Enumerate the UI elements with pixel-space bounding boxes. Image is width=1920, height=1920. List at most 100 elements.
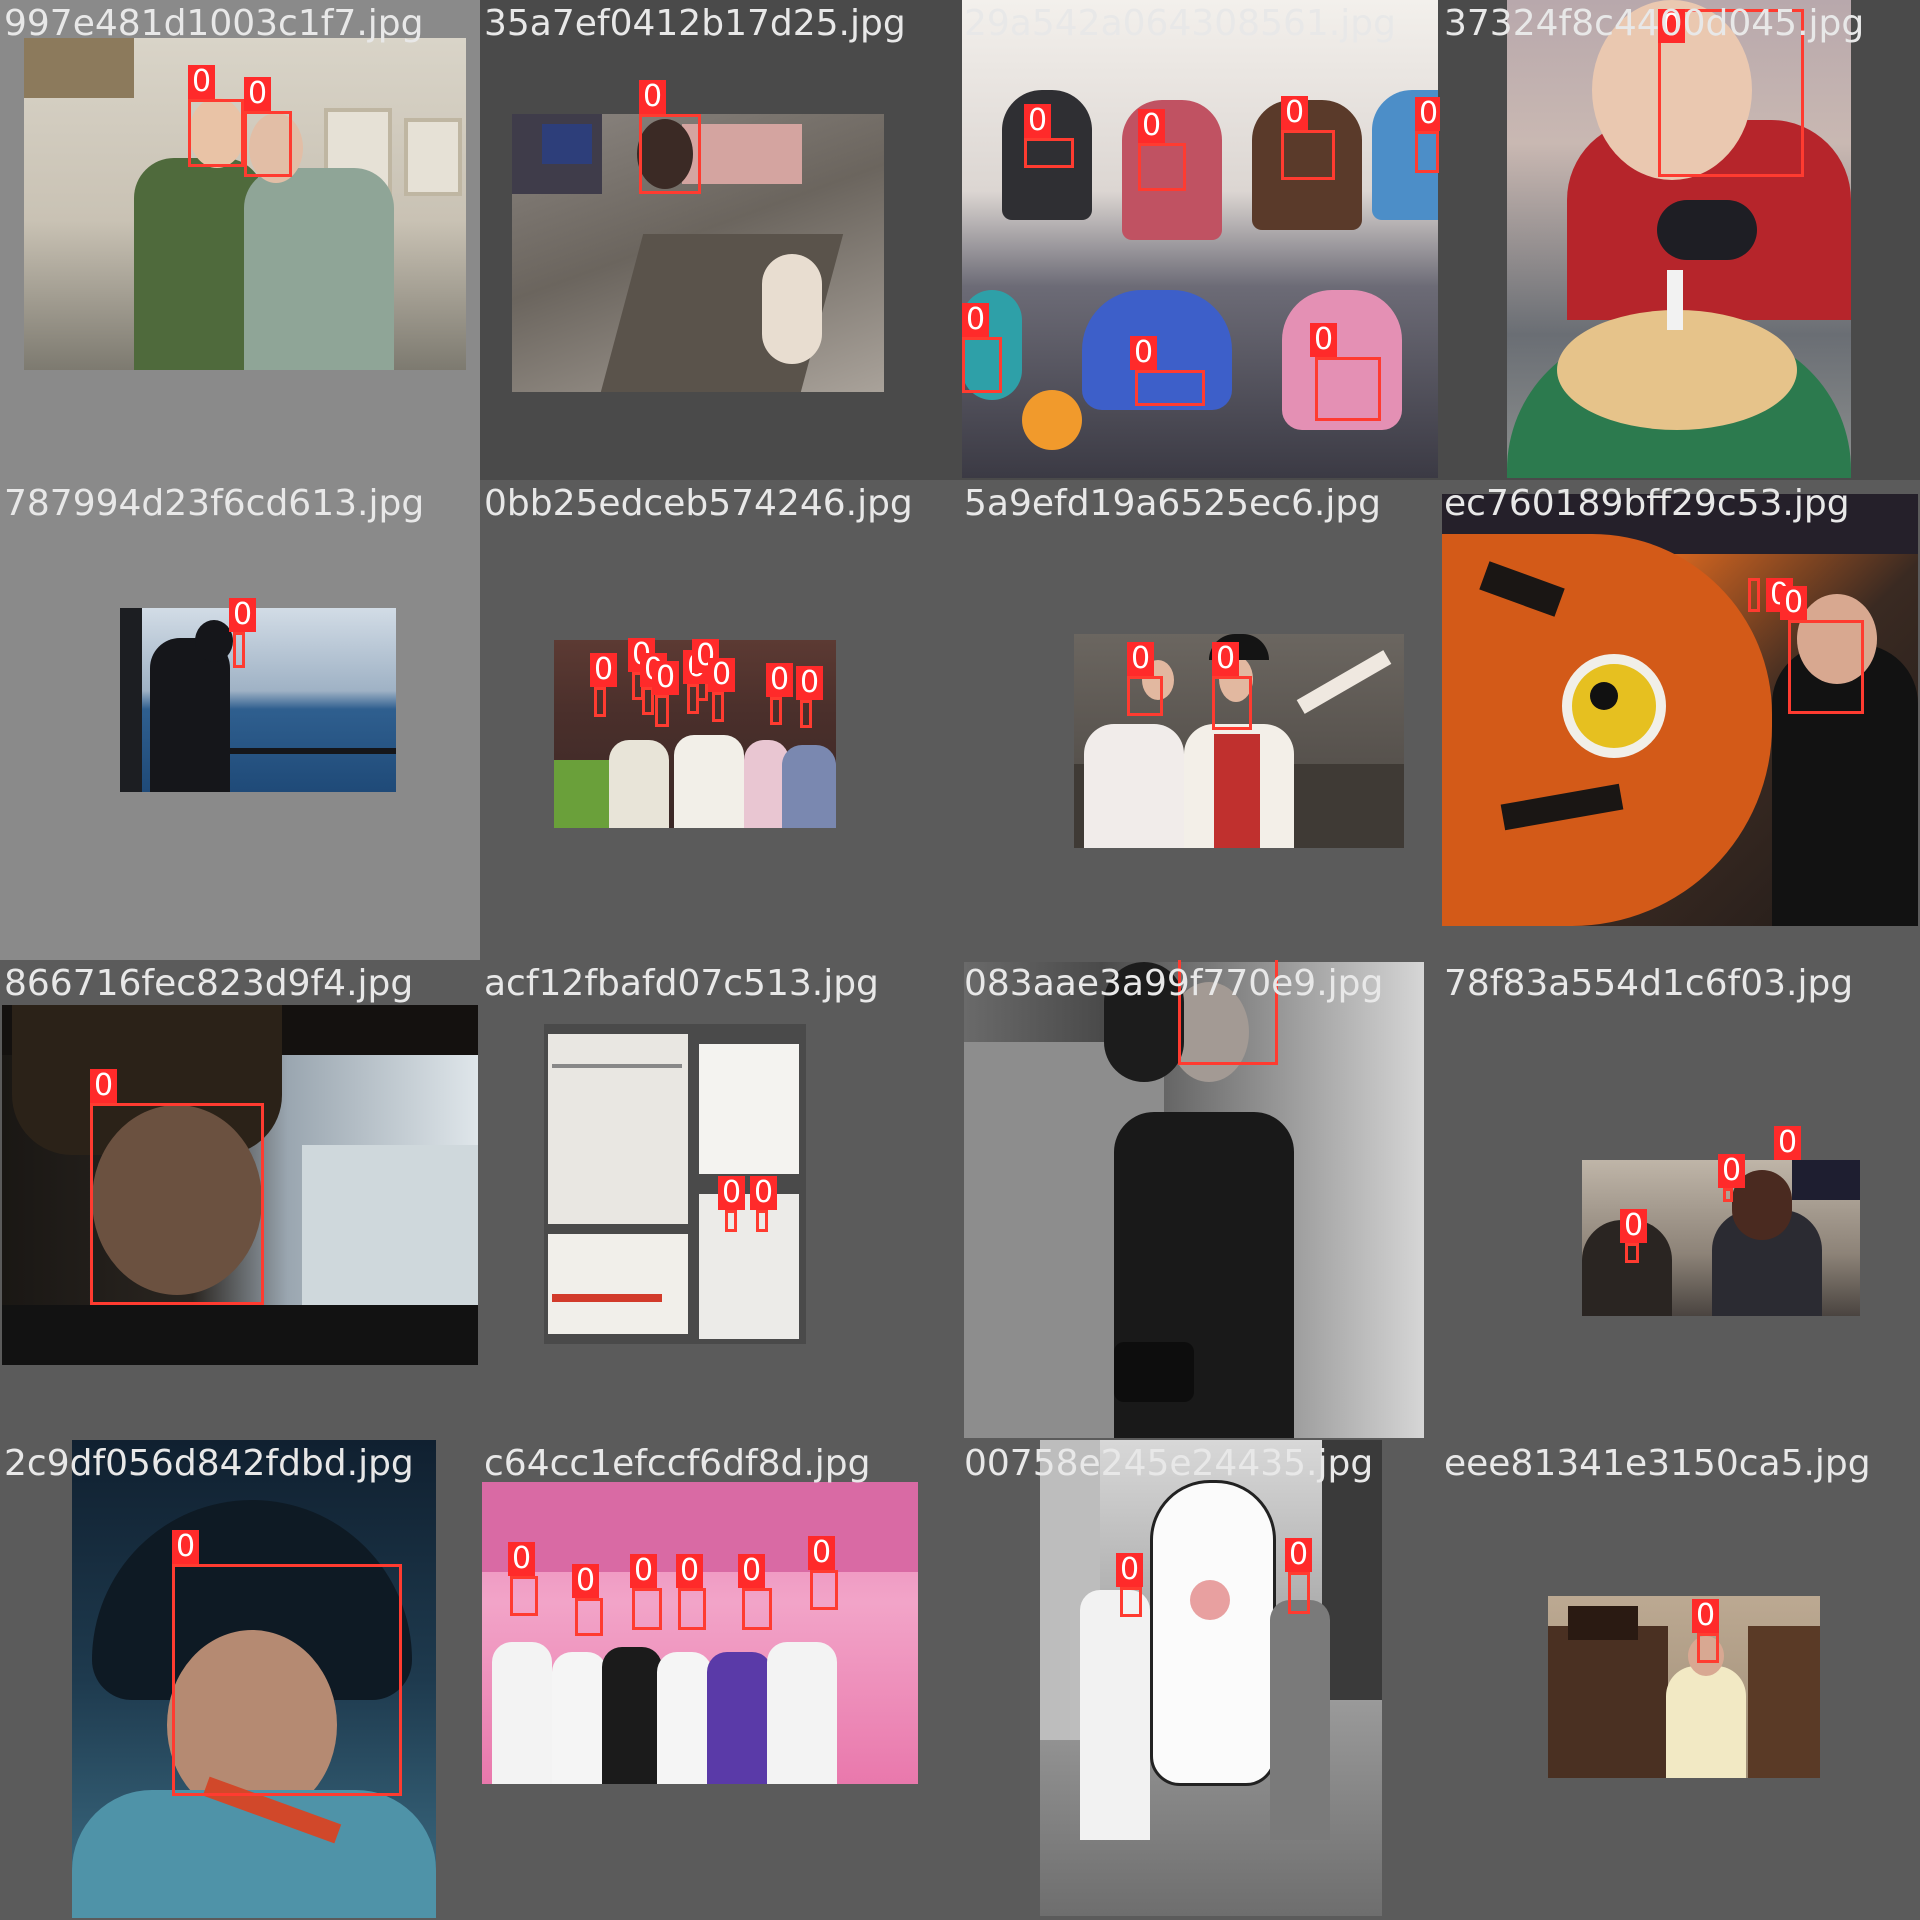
grid-tile[interactable]: 0 0 ec760189bff29c53.jpg [1440,480,1920,960]
tile-filename: 866716fec823d9f4.jpg [4,963,414,1004]
detection-box [1315,357,1381,421]
detection-label: 0 [1718,1154,1746,1188]
grid-tile[interactable]: 0 0 997e481d1003c1f7.jpg [0,0,480,480]
grid-tile[interactable]: 0 35a7ef0412b17d25.jpg [480,0,960,480]
tile-photo [482,1482,918,1784]
tile-filename: 37324f8c4400d045.jpg [1444,3,1865,44]
tile-filename: 787994d23f6cd613.jpg [4,483,425,524]
tile-filename: ec760189bff29c53.jpg [1444,483,1850,524]
detection-label: 0 [718,1176,746,1210]
detection-label: 0 [630,1554,658,1588]
tile-filename: 083aae3a99f770e9.jpg [964,963,1384,1004]
detection-label: 0 [676,1554,704,1588]
tile-filename: acf12fbafd07c513.jpg [484,963,879,1004]
grid-tile[interactable]: 0 0 0 78f83a554d1c6f03.jpg [1440,960,1920,1440]
tile-photo [1040,1440,1382,1916]
detection-box [725,1210,737,1232]
tile-filename: 35a7ef0412b17d25.jpg [484,3,906,44]
detection-box [1138,143,1186,191]
tile-filename: 997e481d1003c1f7.jpg [4,3,424,44]
detection-box [639,114,701,194]
detection-label: 0 [229,598,257,632]
detection-label: 0 [90,1069,118,1103]
detection-label: 0 [572,1564,600,1598]
detection-box [1697,1633,1719,1663]
detection-box [962,337,1002,393]
tile-filename: eee81341e3150ca5.jpg [1444,1443,1871,1484]
detection-label: 0 [1620,1209,1648,1243]
detection-box [1127,676,1163,716]
detection-label: 0 [1024,104,1052,138]
detection-box [632,1588,662,1630]
detection-label: 0 [1774,1126,1802,1160]
tile-photo [120,608,396,792]
detection-box [756,1210,768,1232]
detection-label: 0 [1212,642,1240,676]
tile-filename: 00758e245e24435.jpg [964,1443,1374,1484]
detection-label: 0 [766,663,794,697]
detection-box [1748,578,1760,612]
detection-box [233,632,245,668]
tile-filename: 5a9efd19a6525ec6.jpg [964,483,1382,524]
detection-box [800,700,812,728]
grid-tile[interactable]: 0 0 acf12fbafd07c513.jpg [480,960,960,1440]
detection-label: 0 [738,1554,766,1588]
detection-box [810,1570,838,1610]
tile-filename: 78f83a554d1c6f03.jpg [1444,963,1854,1004]
detection-box [1415,131,1439,173]
detection-box [678,1588,706,1630]
grid-tile[interactable]: 0 866716fec823d9f4.jpg [0,960,480,1440]
grid-tile[interactable]: 0 37324f8c4400d045.jpg [1440,0,1920,480]
detection-box [244,111,292,177]
grid-tile[interactable]: 0 0 00758e245e24435.jpg [960,1440,1440,1920]
detection-label: 0 [1285,1538,1313,1572]
tile-filename: 0bb25edceb574246.jpg [484,483,913,524]
detection-box [510,1576,538,1616]
detection-label: 0 [652,661,680,695]
grid-tile[interactable]: 0 0 5a9efd19a6525ec6.jpg [960,480,1440,960]
detection-box [655,695,669,727]
detection-box [90,1103,264,1305]
grid-tile[interactable]: 0 0 0 0 0 0 0 0 0 0bb25edceb574246.jpg [480,480,960,960]
grid-tile[interactable]: 0 2c9df056d842fdbd.jpg [0,1440,480,1920]
grid-tile[interactable]: 0 0 0 0 0 0 c64cc1efccf6df8d.jpg [480,1440,960,1920]
detection-box [594,687,606,717]
tile-filename: 29a542a064308561.jpg [964,3,1396,44]
grid-tile[interactable]: 0 083aae3a99f770e9.jpg [960,960,1440,1440]
detection-box [1625,1243,1639,1263]
grid-tile[interactable]: 0 787994d23f6cd613.jpg [0,480,480,960]
detection-label: 0 [1281,96,1309,130]
tile-filename: c64cc1efccf6df8d.jpg [484,1443,871,1484]
detection-box [1288,1572,1310,1614]
detection-label: 0 [1130,336,1158,370]
detection-label: 0 [1310,323,1338,357]
tile-photo [1548,1596,1820,1778]
detection-box [1212,676,1252,730]
detection-label: 0 [1138,109,1166,143]
detection-box [1723,1188,1733,1202]
detection-label: 0 [796,666,824,700]
detection-label: 0 [808,1536,836,1570]
detection-label: 0 [508,1542,536,1576]
detection-box [712,692,724,722]
image-grid: 0 0 997e481d1003c1f7.jpg 0 35a7ef0412b17… [0,0,1920,1920]
detection-label: 0 [962,303,990,337]
detection-box [172,1564,402,1796]
detection-box [1135,370,1205,406]
detection-label: 0 [244,77,272,111]
detection-label: 0 [1116,1553,1144,1587]
detection-label: 0 [639,80,667,114]
detection-label: 0 [1692,1599,1720,1633]
grid-tile[interactable]: 0 eee81341e3150ca5.jpg [1440,1440,1920,1920]
detection-box [575,1598,603,1636]
detection-label: 0 [750,1176,778,1210]
detection-box [742,1588,772,1630]
detection-label: 0 [590,653,618,687]
detection-box [1788,620,1864,714]
grid-tile[interactable]: 0 0 0 0 0 0 0 29a542a064308561.jpg [960,0,1440,480]
detection-box [188,99,244,167]
tile-filename: 2c9df056d842fdbd.jpg [4,1443,414,1484]
detection-box [1281,130,1335,180]
detection-label: 0 [1780,586,1808,620]
detection-label: 0 [1127,642,1155,676]
